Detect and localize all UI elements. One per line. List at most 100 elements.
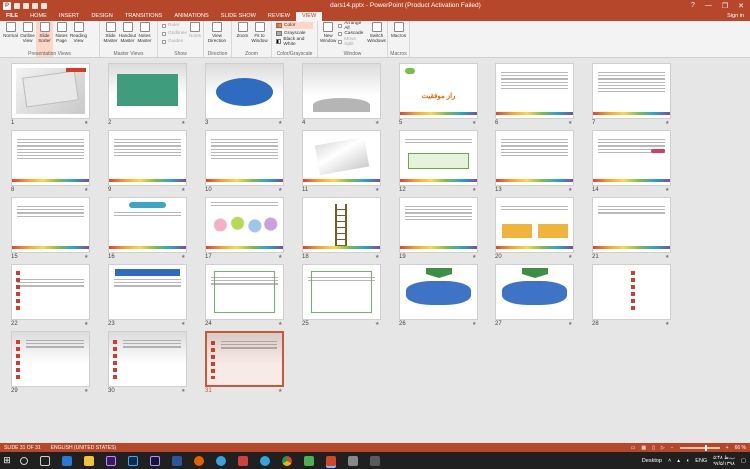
slide-thumbnail-25[interactable] xyxy=(302,264,381,320)
tab-slide-show[interactable]: SLIDE SHOW xyxy=(215,12,262,21)
transition-star-icon[interactable]: ★ xyxy=(375,187,379,193)
tab-view[interactable]: VIEW xyxy=(296,12,323,21)
network-icon[interactable]: ▴ xyxy=(677,458,680,464)
transition-star-icon[interactable]: ★ xyxy=(375,321,379,327)
transition-star-icon[interactable]: ★ xyxy=(665,254,669,260)
slide-thumbnail-13[interactable] xyxy=(495,130,574,186)
slide-thumbnail-5[interactable]: راز موفقیت xyxy=(399,63,478,119)
clock[interactable]: ۵:۴۸ ب.ظ ۹۷/۵/۱۳۹۸ xyxy=(713,455,735,467)
transition-star-icon[interactable]: ★ xyxy=(84,388,88,394)
app-icon[interactable] xyxy=(348,455,358,466)
tab-design[interactable]: DESIGN xyxy=(85,12,118,21)
transition-star-icon[interactable]: ★ xyxy=(568,321,572,327)
app-icon[interactable] xyxy=(370,455,380,466)
transition-star-icon[interactable]: ★ xyxy=(278,321,282,327)
slide-thumbnail-28[interactable] xyxy=(592,264,671,320)
slide-thumbnail-7[interactable] xyxy=(592,63,671,119)
transition-star-icon[interactable]: ★ xyxy=(568,120,572,126)
color-button[interactable]: Color xyxy=(276,22,313,29)
slide-thumbnail-24[interactable] xyxy=(205,264,284,320)
firefox-icon[interactable] xyxy=(194,455,204,466)
transition-star-icon[interactable]: ★ xyxy=(181,321,185,327)
slide-thumbnail-16[interactable] xyxy=(108,197,187,253)
transition-star-icon[interactable]: ★ xyxy=(665,187,669,193)
slide-thumbnail-14[interactable] xyxy=(592,130,671,186)
media-player-icon[interactable] xyxy=(216,455,226,466)
reading-view-status-icon[interactable]: ▯ xyxy=(652,445,655,451)
slide-thumbnail-8[interactable] xyxy=(11,130,90,186)
slide-thumbnail-22[interactable] xyxy=(11,264,90,320)
arrange-all-button[interactable]: Arrange All xyxy=(338,21,366,31)
chrome-icon[interactable] xyxy=(282,455,292,466)
guides-checkbox[interactable]: Guides xyxy=(162,38,187,45)
transition-star-icon[interactable]: ★ xyxy=(472,187,476,193)
tab-transitions[interactable]: TRANSITIONS xyxy=(119,12,169,21)
close-button[interactable]: ✕ xyxy=(738,2,744,10)
save-icon[interactable] xyxy=(14,2,20,9)
help-button[interactable]: ? xyxy=(691,2,695,10)
zoom-slider[interactable] xyxy=(679,444,720,451)
transition-star-icon[interactable]: ★ xyxy=(665,120,669,126)
edge-icon[interactable] xyxy=(62,455,72,466)
transition-star-icon[interactable]: ★ xyxy=(568,254,572,260)
slide-thumbnail-6[interactable] xyxy=(495,63,574,119)
slide-sorter-status-icon[interactable]: ▦ xyxy=(641,445,646,451)
transition-star-icon[interactable]: ★ xyxy=(472,254,476,260)
slide-thumbnail-30[interactable] xyxy=(108,331,187,387)
slide-thumbnail-4[interactable] xyxy=(302,63,381,119)
gridlines-checkbox[interactable]: Gridlines xyxy=(162,30,187,37)
slide-thumbnail-18[interactable] xyxy=(302,197,381,253)
powerpoint-taskbar-icon[interactable] xyxy=(326,455,336,466)
ruler-checkbox[interactable]: Ruler xyxy=(162,22,187,29)
zoom-out-icon[interactable]: − xyxy=(671,445,674,451)
after-effects-icon[interactable] xyxy=(150,455,160,466)
transition-star-icon[interactable]: ★ xyxy=(375,120,379,126)
transition-star-icon[interactable]: ★ xyxy=(278,187,282,193)
transition-star-icon[interactable]: ★ xyxy=(375,254,379,260)
slide-thumbnail-21[interactable] xyxy=(592,197,671,253)
slide-thumbnail-17[interactable] xyxy=(205,197,284,253)
search-icon[interactable] xyxy=(20,456,28,465)
slide-thumbnail-19[interactable] xyxy=(399,197,478,253)
slide-thumbnail-10[interactable] xyxy=(205,130,284,186)
slide-thumbnail-1[interactable] xyxy=(11,63,90,119)
slide-thumbnail-31[interactable] xyxy=(205,331,284,387)
tab-insert[interactable]: INSERT xyxy=(53,12,85,21)
tab-file[interactable]: FILE xyxy=(0,12,25,21)
app-icon[interactable] xyxy=(304,455,314,466)
notifications-icon[interactable]: ▢ xyxy=(741,458,746,464)
transition-star-icon[interactable]: ★ xyxy=(84,187,88,193)
restore-button[interactable]: ❐ xyxy=(722,2,728,10)
tab-review[interactable]: REVIEW xyxy=(262,12,296,21)
language-indicator[interactable]: ENG xyxy=(695,458,707,464)
transition-star-icon[interactable]: ★ xyxy=(278,120,282,126)
slide-thumbnail-26[interactable] xyxy=(399,264,478,320)
slide-thumbnail-27[interactable] xyxy=(495,264,574,320)
slide-thumbnail-12[interactable] xyxy=(399,130,478,186)
task-view-icon[interactable] xyxy=(40,455,50,466)
transition-star-icon[interactable]: ★ xyxy=(181,120,185,126)
undo-icon[interactable] xyxy=(23,2,29,9)
transition-star-icon[interactable]: ★ xyxy=(181,187,185,193)
app-icon[interactable] xyxy=(238,455,248,466)
sign-in-link[interactable]: Sign in xyxy=(727,12,750,21)
slide-thumbnail-3[interactable] xyxy=(205,63,284,119)
transition-star-icon[interactable]: ★ xyxy=(278,388,282,394)
transition-star-icon[interactable]: ★ xyxy=(472,120,476,126)
slide-thumbnail-9[interactable] xyxy=(108,130,187,186)
file-explorer-icon[interactable] xyxy=(84,455,94,466)
desktop-toolbar[interactable]: Desktop xyxy=(642,458,662,464)
transition-star-icon[interactable]: ★ xyxy=(278,254,282,260)
chevron-up-icon[interactable]: ˄ xyxy=(668,458,671,464)
telegram-icon[interactable] xyxy=(260,455,270,466)
zoom-in-icon[interactable]: + xyxy=(726,445,729,451)
black-and-white-button[interactable]: Black and White xyxy=(276,37,313,47)
transition-star-icon[interactable]: ★ xyxy=(84,254,88,260)
slide-thumbnail-11[interactable] xyxy=(302,130,381,186)
slide-thumbnail-29[interactable] xyxy=(11,331,90,387)
slide-thumbnail-2[interactable] xyxy=(108,63,187,119)
move-split-button[interactable]: Move Split xyxy=(338,37,366,47)
transition-star-icon[interactable]: ★ xyxy=(665,321,669,327)
premiere-icon[interactable] xyxy=(106,455,116,466)
slide-thumbnail-20[interactable] xyxy=(495,197,574,253)
